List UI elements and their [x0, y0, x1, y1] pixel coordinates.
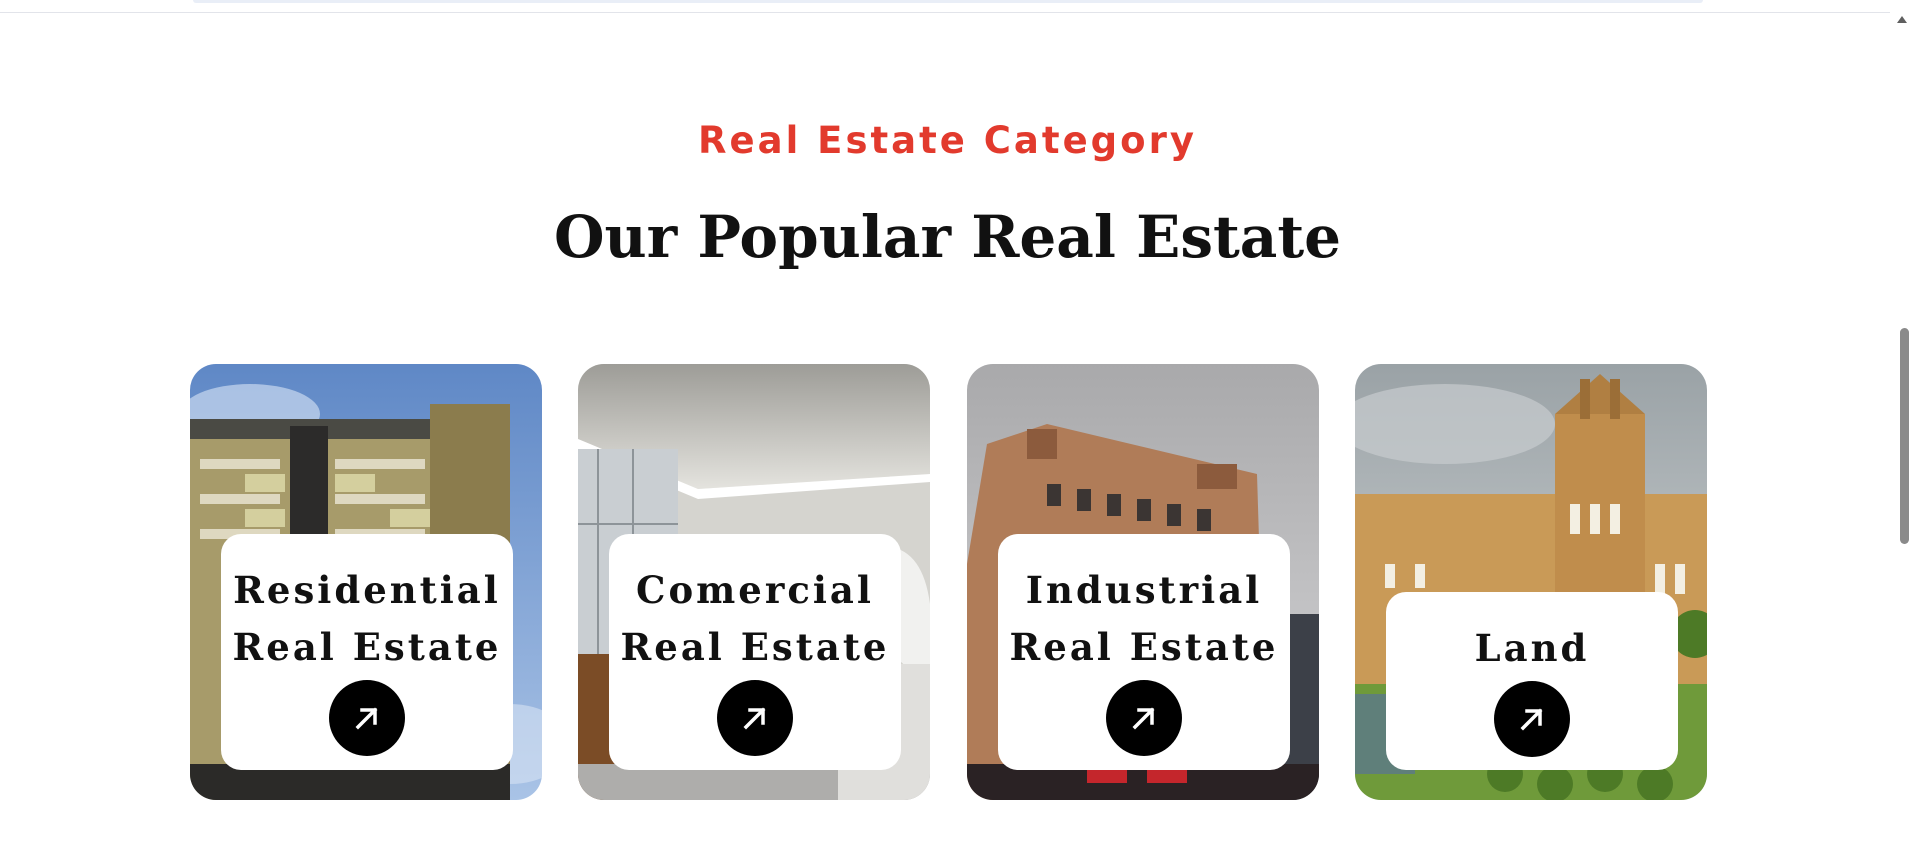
card-info-box: Residential Real Estate: [221, 534, 513, 770]
card-title-line-2: Real Estate: [1009, 625, 1279, 669]
card-title-line-1: Residential: [233, 568, 501, 612]
card-link-button[interactable]: [1106, 680, 1182, 756]
category-card-industrial[interactable]: Industrial Real Estate: [967, 364, 1319, 800]
arrow-up-right-icon: [743, 707, 766, 730]
card-link-button[interactable]: [717, 680, 793, 756]
card-title-line-1: Land: [1474, 626, 1590, 670]
card-title-line-2: Real Estate: [620, 625, 890, 669]
scrollbar[interactable]: [1895, 0, 1909, 841]
arrow-up-right-icon: [1132, 707, 1155, 730]
category-card-commercial[interactable]: Comercial Real Estate: [578, 364, 930, 800]
page: Real Estate Category Our Popular Real Es…: [0, 0, 1909, 841]
scrollbar-thumb[interactable]: [1900, 328, 1909, 544]
category-card-residential[interactable]: Residential Real Estate: [190, 364, 542, 800]
card-info-box: Land: [1386, 592, 1678, 770]
card-info-box: Comercial Real Estate: [609, 534, 901, 770]
section-eyebrow: Real Estate Category: [698, 119, 1197, 162]
arrow-up-right-icon: [355, 707, 378, 730]
card-info-box: Industrial Real Estate: [998, 534, 1290, 770]
card-title-line-1: Industrial: [1025, 568, 1263, 612]
card-title-line-2: Real Estate: [232, 625, 502, 669]
header-bar-edge: [193, 0, 1703, 3]
divider: [0, 12, 1890, 13]
scroll-up-arrow-icon[interactable]: [1897, 16, 1907, 23]
category-card-land[interactable]: Land: [1355, 364, 1707, 800]
section-title: Our Popular Real Estate: [553, 203, 1342, 271]
card-title-line-1: Comercial: [636, 568, 874, 612]
arrow-up-right-icon: [1520, 708, 1543, 731]
card-link-button[interactable]: [1494, 681, 1570, 757]
card-link-button[interactable]: [329, 680, 405, 756]
